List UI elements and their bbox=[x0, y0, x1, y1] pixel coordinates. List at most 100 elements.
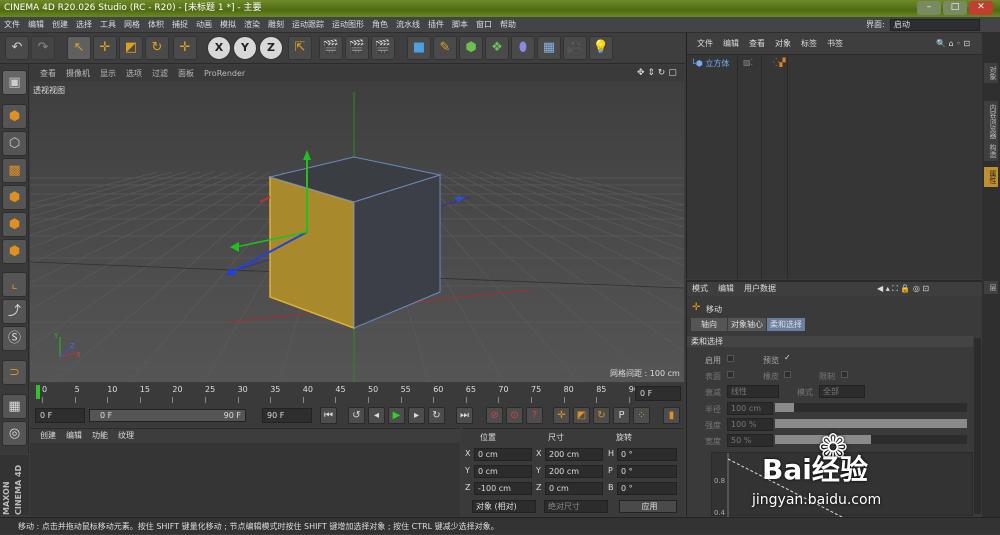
restrict-checkbox[interactable] bbox=[841, 371, 848, 378]
radius-field[interactable]: 100 cm bbox=[727, 402, 773, 415]
menu-item[interactable]: 选择 bbox=[72, 17, 96, 33]
menu-item[interactable]: 帮助 bbox=[496, 17, 520, 33]
material-tab[interactable]: 编辑 bbox=[61, 429, 87, 443]
material-tab[interactable]: 功能 bbox=[87, 429, 113, 443]
coordinate-mode-dropdown[interactable]: 对象 (相对) bbox=[472, 500, 536, 513]
object-manager-tab[interactable]: 对象 bbox=[770, 33, 796, 55]
menu-item[interactable]: 角色 bbox=[368, 17, 392, 33]
snap-icon[interactable]: Ⓢ bbox=[2, 326, 27, 351]
menu-item[interactable]: 体积 bbox=[144, 17, 168, 33]
menu-item[interactable]: 文件 bbox=[0, 17, 24, 33]
scale-icon[interactable]: ◩ bbox=[119, 36, 143, 60]
go-to-start-icon[interactable]: ⏮ bbox=[320, 407, 337, 424]
key-parameter-icon[interactable]: P bbox=[613, 407, 630, 424]
attribute-subtab[interactable]: 对象轴心 bbox=[728, 318, 766, 331]
end-frame-field[interactable]: 90 F bbox=[262, 408, 312, 423]
maximize-button[interactable]: □ bbox=[943, 1, 967, 15]
camera-icon[interactable]: 🎥 bbox=[563, 36, 587, 60]
pen-spline-icon[interactable]: ✎ bbox=[433, 36, 457, 60]
close-button[interactable]: ✕ bbox=[969, 1, 993, 15]
menu-item[interactable]: 渲染 bbox=[240, 17, 264, 33]
position-field[interactable]: 0 cm bbox=[474, 448, 532, 461]
key-point-level-icon[interactable]: ⁘ bbox=[633, 407, 650, 424]
menu-item[interactable]: 网格 bbox=[120, 17, 144, 33]
object-manager-tab[interactable]: 书签 bbox=[822, 33, 848, 55]
edges-mode-icon[interactable]: ⬢ bbox=[2, 212, 27, 237]
radius-slider[interactable] bbox=[775, 403, 967, 412]
key-scale-icon[interactable]: ◩ bbox=[573, 407, 590, 424]
falloff-dropdown[interactable]: 线性 bbox=[727, 385, 779, 398]
record-keys-icon[interactable]: ⊘ bbox=[486, 407, 503, 424]
floor-environment-icon[interactable]: ▦ bbox=[537, 36, 561, 60]
viewport-tab[interactable]: 显示 bbox=[95, 66, 121, 81]
viewport-nav-icons[interactable]: ✥ ⇕ ↻ ▢ bbox=[632, 66, 682, 81]
current-frame-field[interactable]: 0 F bbox=[635, 386, 681, 401]
menu-item[interactable]: 流水线 bbox=[392, 17, 424, 33]
timeline-window-icon[interactable]: ▮ bbox=[663, 407, 680, 424]
menu-item[interactable]: 插件 bbox=[424, 17, 448, 33]
enable-checkbox[interactable] bbox=[727, 355, 734, 362]
tweak-mode-icon[interactable]: ⤴ bbox=[2, 299, 27, 324]
recent-tool-icon[interactable]: ✛ bbox=[173, 36, 197, 60]
move-icon[interactable]: ✛ bbox=[93, 36, 117, 60]
preview-checkbox[interactable]: ✓ bbox=[784, 353, 791, 362]
object-manager-icons[interactable]: 🔍 ⌂ ◦ ⊡ bbox=[931, 33, 975, 55]
soft-selection-section[interactable]: 柔和选择 bbox=[687, 336, 973, 347]
menu-item[interactable]: 脚本 bbox=[448, 17, 472, 33]
position-field[interactable]: 0 cm bbox=[474, 465, 532, 478]
object-manager-tab[interactable]: 查看 bbox=[744, 33, 770, 55]
quantize-icon[interactable]: ◎ bbox=[2, 421, 27, 446]
auto-key-icon[interactable]: ⊙ bbox=[506, 407, 523, 424]
render-view-icon[interactable]: 🎬 bbox=[319, 36, 343, 60]
attribute-tab[interactable]: 模式 bbox=[687, 282, 713, 296]
apply-button[interactable]: 应用 bbox=[619, 500, 677, 513]
rotation-field[interactable]: 0 ° bbox=[617, 465, 677, 478]
viewport-tab[interactable]: ProRender bbox=[199, 66, 250, 81]
position-field[interactable]: -100 cm bbox=[474, 482, 532, 495]
right-strip-tab[interactable]: 内容浏览器 bbox=[984, 101, 998, 142]
light-icon[interactable]: 💡 bbox=[589, 36, 613, 60]
size-field[interactable]: 200 cm bbox=[545, 465, 603, 478]
previous-frame-icon[interactable]: ◂ bbox=[368, 407, 385, 424]
texture-mode-icon[interactable]: ⬡ bbox=[2, 131, 27, 156]
y-axis-lock-button[interactable]: Y bbox=[233, 36, 257, 60]
menu-item[interactable]: 运动图形 bbox=[328, 17, 368, 33]
coordinate-system-icon[interactable]: ⇱ bbox=[288, 36, 312, 60]
array-generator-icon[interactable]: ❖ bbox=[485, 36, 509, 60]
rubber-checkbox[interactable] bbox=[784, 371, 791, 378]
workplane-lock-icon[interactable]: ▦ bbox=[2, 394, 27, 419]
menu-item[interactable]: 窗口 bbox=[472, 17, 496, 33]
go-to-end-icon[interactable]: ⏭ bbox=[456, 407, 473, 424]
menu-item[interactable]: 运动跟踪 bbox=[288, 17, 328, 33]
material-tab[interactable]: 创建 bbox=[35, 429, 61, 443]
polygons-mode-icon[interactable]: ⬢ bbox=[2, 239, 27, 264]
tag-icon[interactable]: ⁛▞ bbox=[773, 58, 786, 67]
menu-item[interactable]: 创建 bbox=[48, 17, 72, 33]
attribute-tab[interactable]: 用户数据 bbox=[739, 282, 781, 296]
render-picture-viewer-icon[interactable]: 🎬 bbox=[345, 36, 369, 60]
key-rotation-icon[interactable]: ↻ bbox=[593, 407, 610, 424]
right-strip-tab[interactable]: 对象 bbox=[984, 63, 998, 83]
viewport-tab[interactable]: 查看 bbox=[35, 66, 61, 81]
size-mode-dropdown[interactable]: 绝对尺寸 bbox=[544, 500, 608, 513]
visibility-icon[interactable]: ▨⁚ bbox=[743, 58, 753, 67]
mode-dropdown[interactable]: 全部 bbox=[819, 385, 865, 398]
material-tab[interactable]: 纹理 bbox=[113, 429, 139, 443]
right-strip-tab[interactable]: 属性 bbox=[984, 167, 998, 187]
deformer-icon[interactable]: ⬮ bbox=[511, 36, 535, 60]
axis-mode-icon[interactable]: ⌞ bbox=[2, 272, 27, 297]
key-position-icon[interactable]: ✛ bbox=[553, 407, 570, 424]
viewport-tab[interactable]: 面板 bbox=[173, 66, 199, 81]
object-row-cube[interactable]: └⬢ 立方体 bbox=[691, 57, 735, 70]
attribute-subtab[interactable]: 柔和选择 bbox=[767, 318, 805, 331]
magnet-icon[interactable]: ⊃ bbox=[2, 360, 27, 385]
range-slider[interactable]: 0 F 90 F bbox=[89, 409, 246, 422]
right-strip-tab[interactable]: 构造 bbox=[984, 141, 998, 161]
start-frame-field[interactable]: 0 F bbox=[35, 408, 85, 423]
object-manager-tab[interactable]: 标签 bbox=[796, 33, 822, 55]
attribute-subtab[interactable]: 轴向 bbox=[691, 318, 727, 331]
right-strip-tab[interactable]: 层 bbox=[984, 281, 998, 294]
viewport-tab[interactable]: 选项 bbox=[121, 66, 147, 81]
minimize-button[interactable]: – bbox=[917, 1, 941, 15]
undo-icon[interactable]: ↶ bbox=[5, 36, 29, 60]
